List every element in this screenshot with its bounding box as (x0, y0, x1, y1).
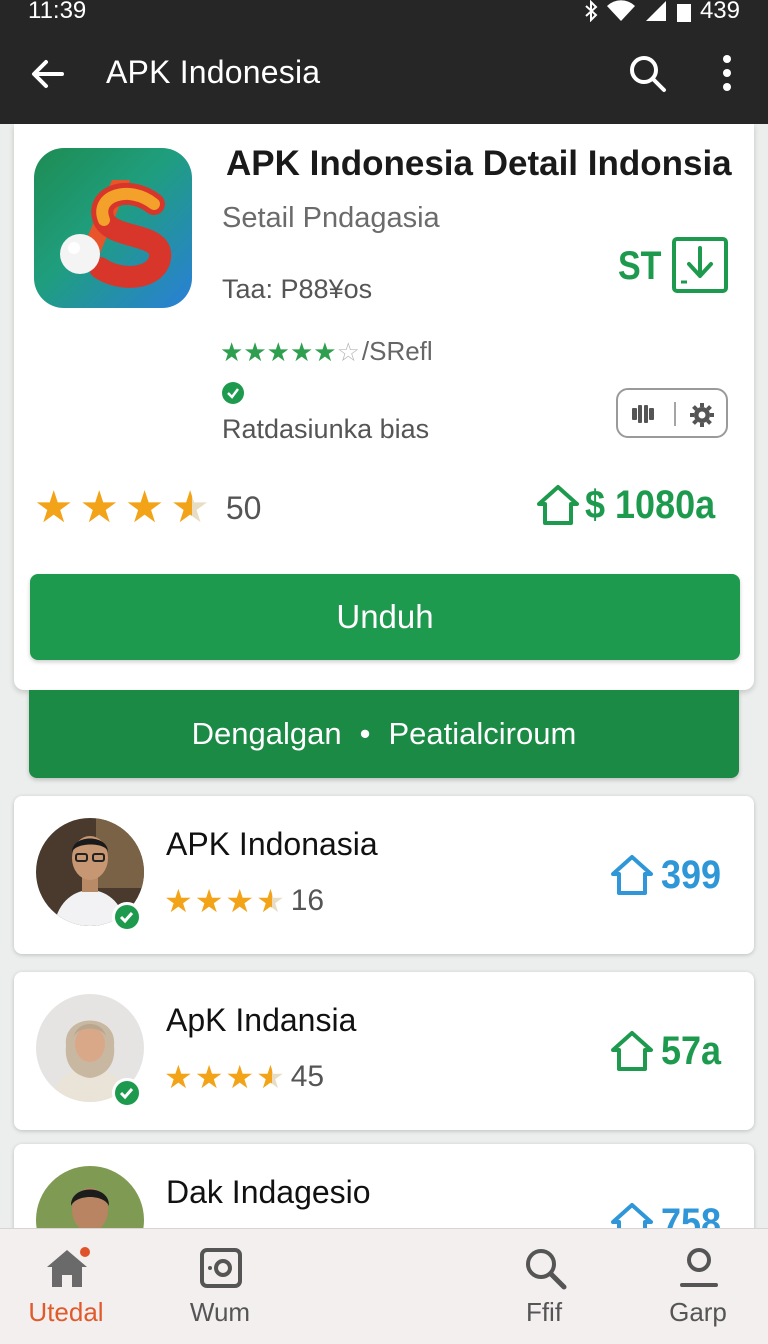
app-bar: APK Indonesia (0, 24, 768, 124)
list-item-score-value: 399 (661, 852, 722, 897)
status-icons: 439 (584, 0, 740, 25)
star-icon: ★ (225, 1059, 255, 1095)
list-item-score-value: 57a (661, 1028, 722, 1073)
house-outline-icon (537, 485, 580, 525)
verified-check-icon (112, 902, 142, 932)
st-badge: ST (618, 244, 662, 288)
star-half-icon: ★ (170, 483, 210, 532)
avatar (36, 1166, 144, 1228)
verified-check-icon (222, 382, 244, 404)
app-logo-icon (34, 148, 192, 308)
house-outline-icon (611, 1203, 654, 1228)
back-arrow-icon[interactable] (28, 54, 68, 94)
list-item[interactable]: Dak Indagesio 758 (14, 1144, 754, 1228)
star-icon: ★ (243, 336, 267, 367)
nav-label-home: Utedal (28, 1297, 104, 1327)
star-outline-icon: ☆ (336, 336, 360, 367)
list-item-rating: ★ ★ ★ ★ 45 (164, 1060, 324, 1094)
house-outline-icon (611, 1031, 654, 1071)
list-item-rating: ★ ★ ★ ★ 16 (164, 884, 324, 918)
search-icon[interactable] (626, 52, 668, 94)
app-description: Ratdasiunka bias (222, 414, 430, 444)
verified-check-icon (112, 1078, 142, 1108)
list-item-name: Dak Indagesio (166, 1174, 371, 1210)
mini-rating: ★ ★ ★ ★ ★ ☆ /SRefl (220, 336, 433, 367)
toggle-divider (674, 402, 676, 426)
search-icon (526, 1249, 567, 1290)
notification-dot (80, 1247, 90, 1257)
price-row: $ 1080a (535, 482, 730, 528)
camera-icon (200, 1248, 242, 1288)
nav-item-profile[interactable]: Garp (628, 1229, 768, 1344)
nav-label-search: Ffif (525, 1297, 563, 1327)
status-bar: 11:39 439 (0, 0, 768, 24)
banner-right-text: Peatialciroum (388, 716, 577, 751)
list-item-rating-count: 45 (290, 1060, 325, 1093)
nav-item-search[interactable]: Ffif (474, 1229, 614, 1344)
star-half-icon: ★ (256, 1059, 285, 1095)
house-outline-icon (611, 855, 654, 895)
app-detail-card: APK Indonesia Detail Indonsia Setail Pnd… (14, 124, 754, 690)
star-icon: ★ (266, 336, 290, 367)
star-icon: ★ (289, 336, 314, 367)
dumbbell-icon (632, 405, 654, 423)
app-title: APK Indonesia Detail Indonsia (226, 144, 732, 183)
star-icon: ★ (164, 1059, 193, 1095)
bluetooth-icon (585, 0, 598, 22)
star-icon: ★ (194, 1059, 224, 1095)
list-item-rating-count: 16 (290, 884, 325, 917)
bottom-nav: Utedal Wum Ffif Garp (0, 1228, 768, 1344)
app-subtitle: Setail Pndagasia (222, 202, 440, 234)
mini-rating-text: /SRefl (361, 336, 433, 366)
category-banner[interactable]: Dengalgan • Peatialciroum (29, 690, 739, 778)
status-time: 11:39 (28, 0, 87, 24)
nav-item-camera[interactable]: Wum (150, 1229, 290, 1344)
download-button[interactable]: Unduh (30, 574, 740, 660)
download-box-icon[interactable] (671, 236, 729, 294)
star-icon: ★ (34, 483, 74, 532)
more-vert-icon[interactable] (712, 52, 742, 94)
nav-label-profile: Garp (669, 1297, 727, 1327)
app-rating: ★ ★ ★ ★ 50 (34, 486, 261, 530)
profile-icon (680, 1248, 718, 1287)
wifi-icon (606, 0, 635, 22)
list-item-score: 57a (609, 1028, 728, 1074)
list-item-score-value: 758 (661, 1200, 722, 1229)
scroll-content[interactable]: APK Indonesia Detail Indonsia Setail Pnd… (0, 124, 768, 1228)
list-item[interactable]: APK Indonasia ★ ★ ★ ★ 16 399 (14, 796, 754, 954)
star-icon: ★ (194, 883, 224, 919)
star-icon: ★ (124, 483, 165, 532)
app-bar-title: APK Indonesia (106, 54, 321, 90)
app-size: Taa: P88¥os (222, 274, 373, 304)
star-icon: ★ (220, 336, 244, 367)
list-item-name: ApK Indansia (166, 1002, 357, 1038)
battery-level: 439 (699, 0, 740, 24)
list-item-score: 399 (609, 852, 728, 898)
star-half-icon: ★ (256, 883, 285, 919)
list-item-name: APK Indonasia (166, 826, 378, 862)
app-price: $ 1080a (585, 482, 716, 527)
list-item[interactable]: ApK Indansia ★ ★ ★ ★ 45 57a (14, 972, 754, 1130)
star-icon: ★ (79, 483, 119, 532)
nav-label-camera: Wum (189, 1297, 251, 1327)
banner-separator: • (359, 716, 371, 751)
list-item-score: 758 (609, 1200, 728, 1228)
gear-icon[interactable] (688, 401, 716, 429)
battery-icon (676, 4, 691, 22)
nav-item-home[interactable]: Utedal (0, 1229, 136, 1344)
rating-count: 50 (225, 489, 262, 526)
signal-icon (645, 1, 666, 21)
banner-left-text: Dengalgan (191, 716, 342, 751)
star-icon: ★ (313, 336, 337, 367)
star-icon: ★ (164, 883, 193, 919)
star-icon: ★ (225, 883, 255, 919)
options-toggle[interactable] (616, 388, 728, 438)
